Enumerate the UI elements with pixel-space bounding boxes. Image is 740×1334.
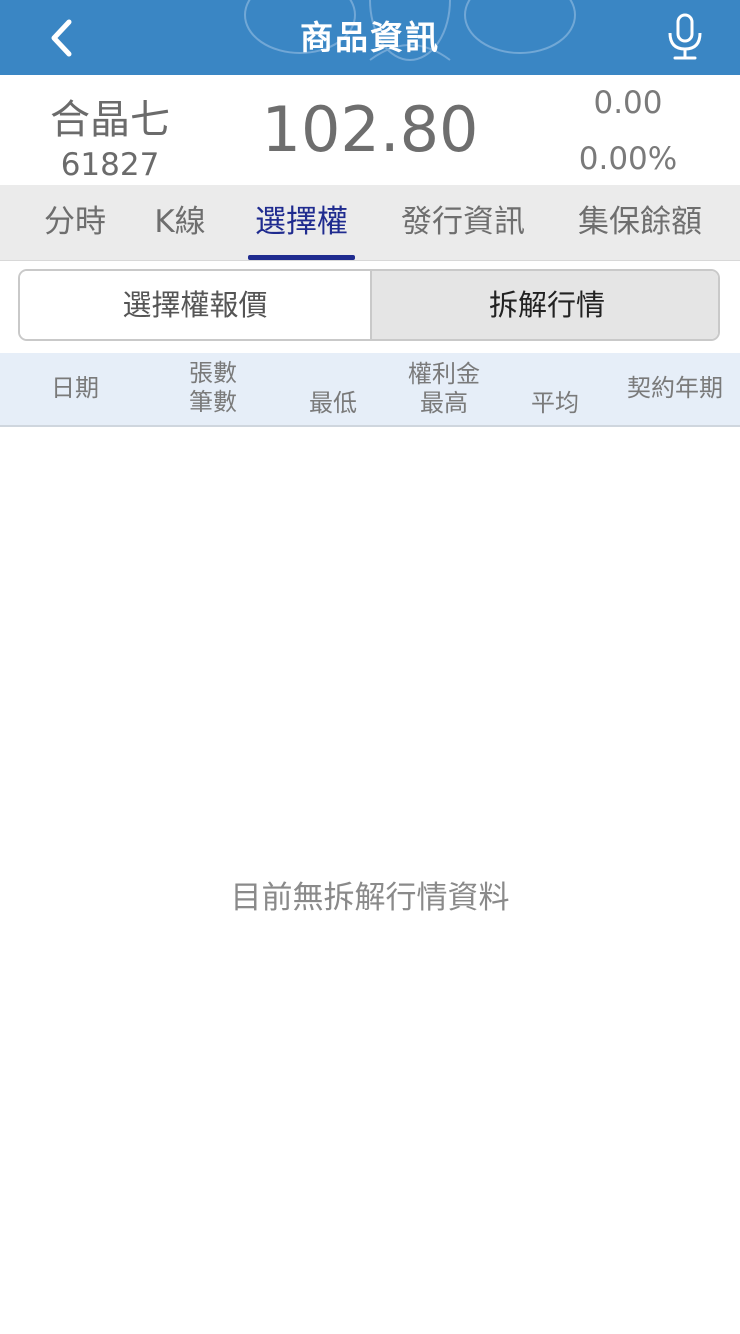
- column-premium: 權利金: [408, 360, 480, 388]
- stock-name: 合晶七: [50, 97, 170, 143]
- tab-options[interactable]: 選擇權: [245, 185, 358, 260]
- segment-breakdown-quotes[interactable]: 拆解行情: [370, 271, 718, 339]
- quote-panel: 合晶七 61827 102.80 0.00 0.00%: [0, 75, 740, 185]
- stock-price: 102.80: [261, 93, 479, 166]
- empty-state-message: 目前無拆解行情資料: [230, 880, 510, 916]
- column-date: 日期: [51, 374, 99, 402]
- column-contract-term: 契約年期: [627, 374, 723, 402]
- price-change-percent: 0.00%: [578, 141, 678, 177]
- column-trades: 筆數: [189, 388, 237, 416]
- app-header: 商品資訊: [0, 0, 740, 75]
- voice-button[interactable]: [662, 12, 708, 62]
- column-high: 最高: [420, 389, 468, 417]
- column-volume: 張數: [189, 359, 237, 387]
- table-header: 日期 張數 筆數 最低 權利金 最高 平均 契約年期: [0, 353, 740, 427]
- price-change: 0.00: [593, 85, 663, 121]
- segmented-control: 選擇權報價 拆解行情: [18, 269, 720, 341]
- active-tab-indicator: [248, 255, 355, 260]
- tab-issue-info[interactable]: 發行資訊: [390, 185, 536, 260]
- tab-bar: 分時 K線 選擇權 發行資訊 集保餘額: [0, 185, 740, 261]
- tab-kline[interactable]: K線: [138, 185, 222, 260]
- stock-code: 61827: [60, 147, 160, 183]
- segment-option-quotes[interactable]: 選擇權報價: [20, 271, 370, 339]
- microphone-icon: [668, 13, 702, 60]
- tab-custody-balance[interactable]: 集保餘額: [567, 185, 713, 260]
- tab-intraday[interactable]: 分時: [30, 185, 120, 260]
- page-title: 商品資訊: [300, 18, 440, 57]
- column-average: 平均: [531, 389, 579, 417]
- column-low: 最低: [309, 389, 357, 417]
